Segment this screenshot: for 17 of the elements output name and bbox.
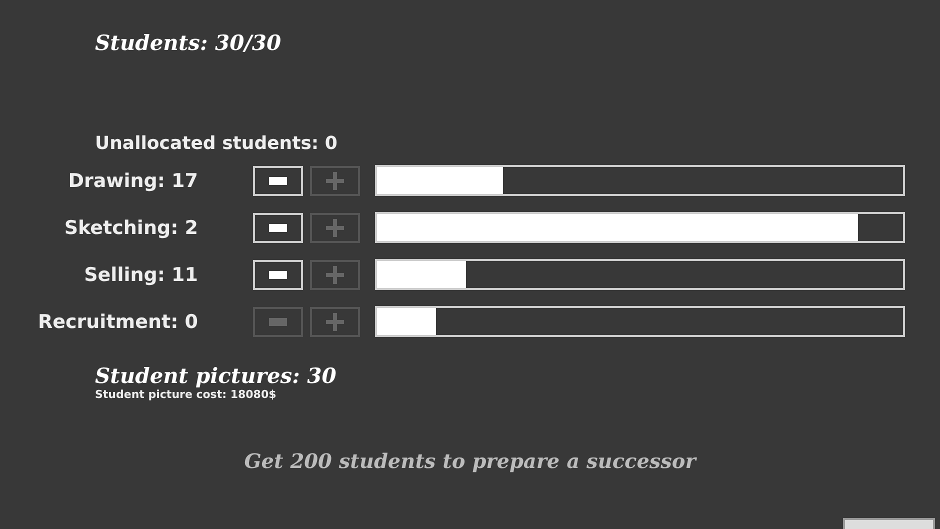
pictures-count: Student pictures: 30 [95,363,338,388]
goal-message: Get 200 students to prepare a successor [243,449,698,473]
skill-label: Recruitment: 0 [37,310,198,332]
unallocated-count: Unallocated students: 0 [95,133,338,156]
plus-icon [326,266,344,284]
picture-cost: Student picture cost: 18080$ [95,388,278,401]
students-count: Students: 30/30 [95,29,282,55]
skill-label: Sketching: 2 [63,216,198,238]
minus-icon [269,176,287,184]
skill-label: Selling: 11 [83,264,198,286]
plus-icon [326,218,344,236]
minus-icon [269,224,287,232]
plus-icon [326,172,344,190]
minus-icon [269,318,287,326]
minus-icon [269,270,287,278]
skill-label: Drawing: 17 [67,170,198,192]
plus-icon [326,312,344,330]
